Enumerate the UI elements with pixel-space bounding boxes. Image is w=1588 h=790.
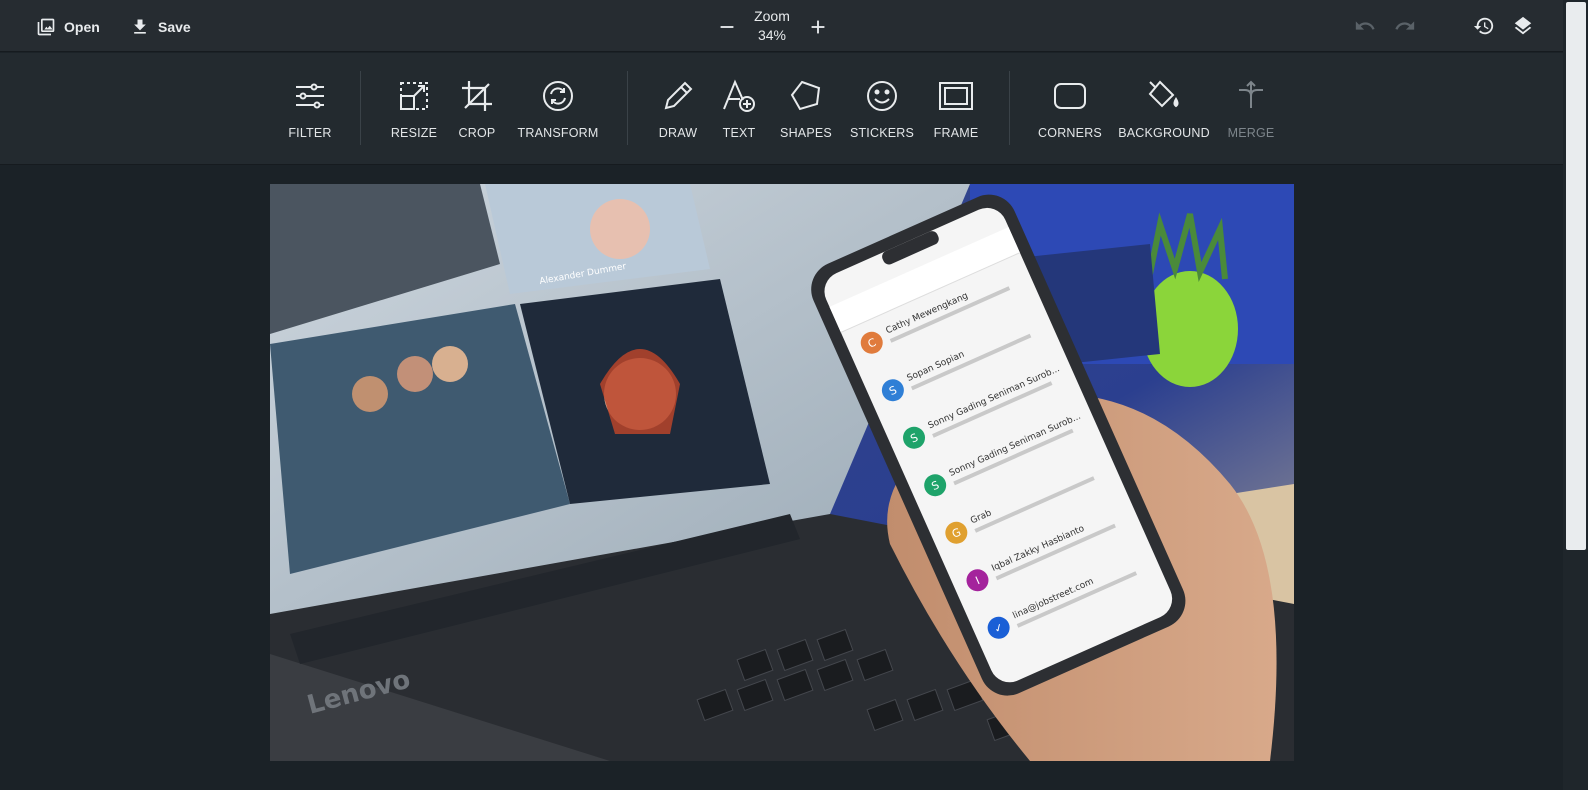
tool-draw[interactable]: DRAW xyxy=(658,78,698,148)
top-bar: Open Save Zoom 34% xyxy=(0,0,1588,52)
tool-filter[interactable]: FILTER xyxy=(288,78,332,148)
tool-label: SHAPES xyxy=(780,126,832,140)
tool-label: STICKERS xyxy=(849,126,915,140)
pentagon-icon xyxy=(790,80,821,111)
tool-resize[interactable]: RESIZE xyxy=(391,78,437,148)
open-label: Open xyxy=(64,19,100,35)
tool-label: CORNERS xyxy=(1038,126,1102,140)
layers-icon[interactable] xyxy=(1512,15,1534,37)
tool-frame[interactable]: FRAME xyxy=(933,78,979,148)
zoom-label: Zoom xyxy=(754,8,790,24)
tool-background[interactable]: BACKGROUND xyxy=(1118,78,1210,148)
tool-label: FILTER xyxy=(288,126,332,140)
undo-icon[interactable] xyxy=(1354,15,1376,37)
resize-icon xyxy=(400,82,428,110)
rounded-square-icon xyxy=(1054,83,1086,109)
tool-label: TEXT xyxy=(722,126,756,140)
tool-label: BACKGROUND xyxy=(1118,126,1210,140)
tool-label: RESIZE xyxy=(390,126,438,140)
photo-image: Lenovo Alexander Dummer CCathy Mewengkan… xyxy=(270,184,1294,761)
tool-label: MERGE xyxy=(1227,126,1275,140)
crop-icon xyxy=(462,81,492,111)
divider xyxy=(1009,71,1010,145)
tool-label: CROP xyxy=(458,126,496,140)
text-add-icon xyxy=(723,79,755,112)
rotate-icon xyxy=(543,81,573,111)
divider xyxy=(627,71,628,145)
tool-crop[interactable]: CROP xyxy=(459,78,495,148)
tool-stickers[interactable]: STICKERS xyxy=(849,78,915,148)
redo-icon[interactable] xyxy=(1394,15,1416,37)
tool-label: FRAME xyxy=(933,126,979,140)
frame-icon xyxy=(939,82,973,110)
tool-text[interactable]: TEXT xyxy=(721,78,757,148)
download-icon xyxy=(134,19,146,34)
tool-label: TRANSFORM xyxy=(517,126,599,140)
zoom-out-icon[interactable] xyxy=(716,16,738,38)
tool-shapes[interactable]: SHAPES xyxy=(780,78,832,148)
scrollbar-thumb[interactable] xyxy=(1566,2,1586,550)
zoom-in-icon[interactable] xyxy=(807,16,829,38)
edited-photo[interactable]: Lenovo Alexander Dummer C Cathy Mewengkan… xyxy=(270,184,1294,761)
save-button[interactable]: Save xyxy=(130,14,191,40)
tool-merge[interactable]: MERGE xyxy=(1228,78,1274,148)
zoom-value: 34% xyxy=(757,27,787,43)
history-icon[interactable] xyxy=(1473,15,1495,37)
smiley-icon xyxy=(867,81,897,111)
editor-canvas: Lenovo Alexander Dummer C Cathy Mewengkan… xyxy=(0,166,1563,790)
tool-transform[interactable]: TRANSFORM xyxy=(518,78,598,148)
zoom-control: Zoom 34% xyxy=(714,6,834,46)
merge-icon xyxy=(1239,80,1263,108)
open-button[interactable]: Open xyxy=(36,14,100,40)
pencil-icon xyxy=(664,81,693,110)
tool-label: DRAW xyxy=(658,126,698,140)
save-label: Save xyxy=(158,19,191,35)
sliders-icon xyxy=(296,83,324,109)
tool-bar: FILTER RESIZE CROP TRANSFORM DRAW TEXT S… xyxy=(0,53,1563,165)
paint-bucket-icon xyxy=(1148,80,1179,108)
image-icon xyxy=(37,18,55,36)
tool-corners[interactable]: CORNERS xyxy=(1038,78,1102,148)
divider xyxy=(360,71,361,145)
